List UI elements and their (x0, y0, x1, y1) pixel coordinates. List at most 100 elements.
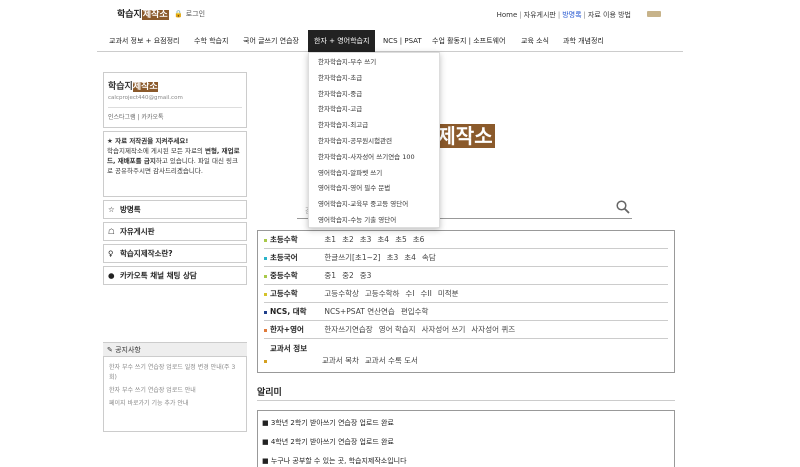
menu-item[interactable]: 한자학습지-최고급 (309, 118, 439, 134)
category-row: 초등국어 한글쓰기[초1~2] 초3 초4 속담 (264, 249, 668, 267)
category-link[interactable]: 초2 (342, 235, 354, 244)
logo-text: 학습지 (117, 10, 142, 20)
category-name[interactable]: 한자+영어 (270, 321, 322, 339)
menu-item[interactable]: 한자학습지-사자성어 쓰기연습 100 (309, 150, 439, 166)
nav-item-class[interactable]: 수업 활동지 | 소프트웨어 (432, 30, 505, 52)
lock-icon: 🔒 (174, 10, 183, 18)
category-link[interactable]: 영어 학습지 (379, 325, 416, 334)
category-name[interactable]: 초등수학 (270, 231, 322, 249)
nav-item-news[interactable]: 교육 소식 (521, 30, 549, 52)
profile-name-a: 학습지 (108, 82, 133, 92)
list-item[interactable]: ■ 4학년 2학기 받아쓰기 연습장 업로드 완료 (262, 433, 670, 452)
category-link[interactable]: 한자쓰기연습장 (324, 325, 372, 334)
list-item-text: 3학년 2학기 받아쓰기 연습장 업로드 완료 (270, 419, 394, 427)
bullet-icon (264, 274, 267, 278)
menu-item[interactable]: 영어학습지-영어 필수 문법 (309, 181, 439, 197)
sidebar-item-kakao[interactable]: ● 카카오톡 채널 채팅 상담 (103, 266, 247, 285)
nav-item-math[interactable]: 수학 학습지 (194, 30, 228, 52)
category-link[interactable]: NCS+PSAT 연산연습 (324, 307, 394, 316)
category-name[interactable]: 초등국어 (270, 249, 322, 267)
profile-name: 학습지제작소 (108, 79, 242, 92)
top-link-home[interactable]: Home (497, 11, 518, 19)
bullet-icon (264, 292, 267, 296)
announcement-title: 공지사항 (115, 346, 141, 354)
copyright-notice: ★ 자료 저작권을 지켜주세요! 학습지제작소에 게시된 모든 자료의 변형, … (103, 131, 247, 197)
chat-icon: ● (108, 271, 115, 280)
category-link[interactable]: 편입수학 (401, 307, 429, 316)
menu-item[interactable]: 영어학습지-알파벳 쓰기 (309, 166, 439, 182)
board-icon: ☖ (108, 227, 115, 236)
nav-item-science[interactable]: 과학 개념정리 (563, 30, 604, 52)
menu-item[interactable]: 한자학습지-중급 (309, 87, 439, 103)
nav-item-textbook[interactable]: 교과서 정보 + 요점정리 (109, 30, 180, 52)
top-link-guestbook[interactable]: 방명록 (562, 11, 581, 19)
top-link-guide[interactable]: 자료 이용 방법 (588, 11, 631, 19)
sidebar-item-label: 방명록 (120, 205, 141, 214)
category-link[interactable]: 사자성어 쓰기 (422, 325, 466, 334)
mini-badge-icon[interactable] (647, 11, 661, 17)
category-link[interactable]: 초3 (387, 253, 399, 262)
announcement-header[interactable]: ✎ 공지사항 (103, 342, 247, 356)
category-name[interactable]: 교과서 정보 (264, 343, 316, 355)
category-link[interactable]: 중3 (360, 271, 372, 280)
category-link[interactable]: 수II (421, 289, 432, 298)
bullet-icon (264, 310, 267, 314)
category-link[interactable]: 사자성어 퀴즈 (471, 325, 515, 334)
list-item[interactable]: 한자 부수 쓰기 연습장 업로드 일정 변경 안내(주 3회) (109, 363, 241, 383)
category-name[interactable]: NCS, 대학 (270, 303, 322, 321)
list-item[interactable]: 페이지 바로가기 기능 추가 안내 (109, 399, 241, 409)
category-link[interactable]: 초4 (377, 235, 389, 244)
category-link[interactable]: 교과서 목차 (322, 356, 359, 365)
sidebar-item-label: 학습지제작소란? (120, 249, 173, 258)
sidebar-item-guestbook[interactable]: ☆ 방명록 (103, 200, 247, 219)
search-icon[interactable] (616, 200, 630, 214)
category-link[interactable]: 초1 (324, 235, 336, 244)
top-link-board[interactable]: 자유게시판 (524, 11, 556, 19)
top-links: Home | 자유게시판 | 방명록 | 자료 이용 방법 (497, 10, 631, 20)
category-row: 한자+영어 한자쓰기연습장 영어 학습지 사자성어 쓰기 사자성어 퀴즈 (264, 321, 668, 339)
category-row: 고등수학 고등수학상 고등수학하 수I 수II 미적분 (264, 285, 668, 303)
category-link[interactable]: 초5 (395, 235, 407, 244)
list-item[interactable]: ■ 누구나 공부할 수 있는 곳, 학습지제작소입니다 (262, 452, 670, 467)
notice-title: ★ 자료 저작권을 지켜주세요! (107, 137, 189, 145)
list-item[interactable]: 한자 부수 쓰기 연습장 업로드 안내 (109, 386, 241, 396)
sidebar-item-about[interactable]: ♀ 학습지제작소란? (103, 244, 247, 263)
menu-item[interactable]: 영어학습지-교육부 중고등 영단어 (309, 197, 439, 213)
category-link[interactable]: 고등수학하 (365, 289, 400, 298)
category-name[interactable]: 고등수학 (270, 285, 322, 303)
menu-item[interactable]: 한자학습지-부수 쓰기 (309, 55, 439, 71)
category-link[interactable]: 미적분 (438, 289, 459, 298)
category-link[interactable]: 초4 (404, 253, 416, 262)
notice-body: 학습지제작소에 게시된 모든 자료의 (107, 147, 205, 155)
nav-item-ncs[interactable]: NCS | PSAT (383, 30, 422, 52)
category-link[interactable]: 초3 (360, 235, 372, 244)
menu-item[interactable]: 한자학습지-초급 (309, 71, 439, 87)
category-row: 교과서 정보 교과서 목차 교과서 수록 도서 (264, 339, 668, 371)
site-logo[interactable]: 학습지제작소 (117, 7, 169, 20)
menu-item[interactable]: 한자학습지-공무원시험관련 (309, 134, 439, 150)
nav-item-korean[interactable]: 국어 글쓰기 연습장 (243, 30, 299, 52)
nav-dropdown-menu: 한자학습지-부수 쓰기 한자학습지-초급 한자학습지-중급 한자학습지-고급 한… (308, 52, 440, 228)
alimi-list: ■ 3학년 2학기 받아쓰기 연습장 업로드 완료 ■ 4학년 2학기 받아쓰기… (257, 410, 675, 467)
category-name[interactable]: 중등수학 (270, 267, 322, 285)
category-row: NCS, 대학 NCS+PSAT 연산연습 편입수학 (264, 303, 668, 321)
category-link[interactable]: 한글쓰기[초1~2] (324, 253, 380, 262)
menu-item[interactable]: 한자학습지-고급 (309, 102, 439, 118)
category-link[interactable]: 중2 (342, 271, 354, 280)
category-link[interactable]: 고등수학상 (324, 289, 359, 298)
login-link[interactable]: 🔒 로그인 (174, 9, 205, 19)
category-link[interactable]: 중1 (324, 271, 336, 280)
profile-links[interactable]: 인스타그램 | 카카오톡 (108, 107, 242, 121)
category-link[interactable]: 속담 (422, 253, 436, 262)
sidebar-item-board[interactable]: ☖ 자유게시판 (103, 222, 247, 241)
alimi-title: 알리미 (257, 388, 282, 398)
category-link[interactable]: 수I (405, 289, 414, 298)
list-item[interactable]: ■ 3학년 2학기 받아쓰기 연습장 업로드 완료 (262, 414, 670, 433)
bullet-icon (264, 256, 267, 260)
list-item-text: 4학년 2학기 받아쓰기 연습장 업로드 완료 (270, 438, 394, 446)
category-link[interactable]: 교과서 수록 도서 (365, 356, 418, 365)
category-row: 중등수학 중1 중2 중3 (264, 267, 668, 285)
nav-item-hanja-english[interactable]: 한자 + 영어학습지 (308, 30, 376, 52)
menu-item[interactable]: 영어학습지-수능 기출 영단어 (309, 213, 439, 229)
category-link[interactable]: 초6 (413, 235, 425, 244)
